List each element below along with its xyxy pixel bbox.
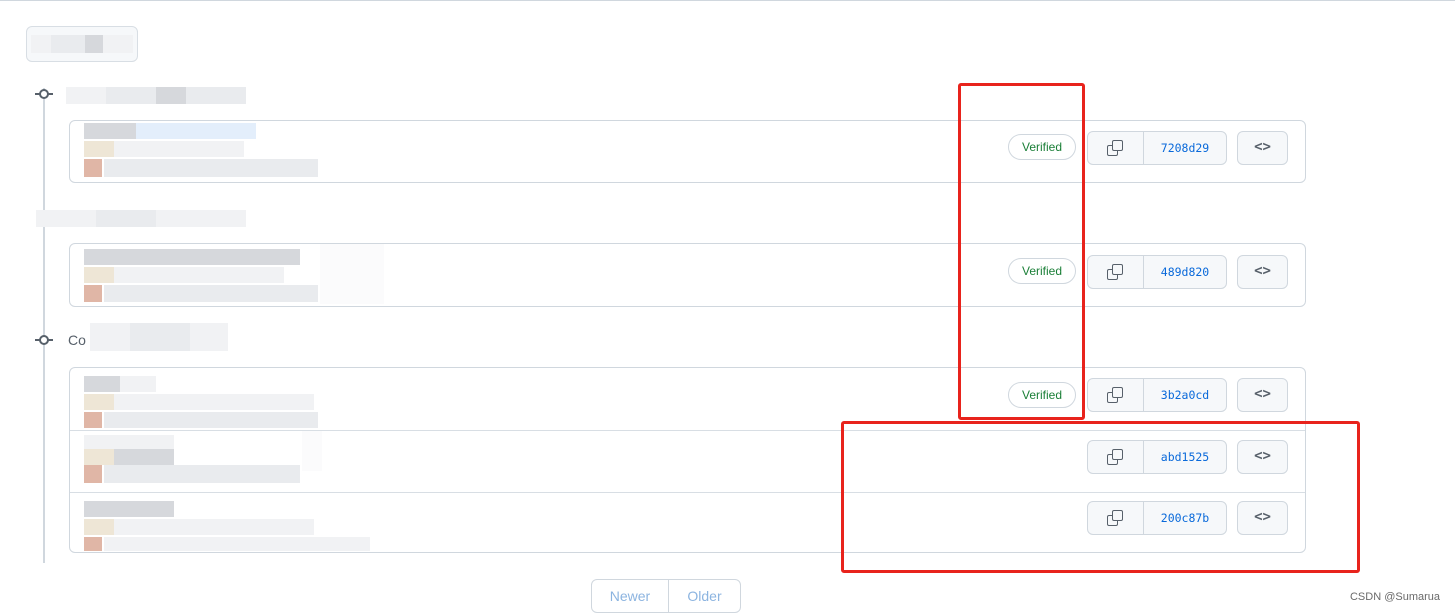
code-icon: <> [1254,386,1271,402]
copy-sha-button[interactable] [1088,132,1144,164]
code-icon: <> [1254,139,1271,155]
copy-icon [1107,264,1125,281]
watermark: CSDN @Sumarua [1349,591,1440,603]
commit-group: Verified 7208d29 <> [69,120,1306,183]
older-button[interactable]: Older [669,580,740,612]
group-heading-text: Co [68,332,86,348]
top-divider [0,0,1455,1]
copy-sha-button[interactable] [1088,379,1144,411]
newer-button[interactable]: Newer [592,580,669,612]
copy-sha-button[interactable] [1088,502,1144,534]
timeline-line [43,88,45,563]
commit-node-icon [35,88,53,100]
commit-sha-link[interactable]: 200c87b [1144,502,1226,534]
commit-group-heading [60,84,250,106]
browse-repo-at-commit-button[interactable]: <> [1237,501,1288,535]
commit-sha-link[interactable]: abd1525 [1144,441,1226,473]
pagination: Newer Older [591,579,741,613]
code-icon: <> [1254,509,1271,525]
browse-repo-at-commit-button[interactable]: <> [1237,378,1288,412]
copy-icon [1107,449,1125,466]
commit-sha-link[interactable]: 3b2a0cd [1144,379,1226,411]
code-icon: <> [1254,448,1271,464]
sha-button-group: 200c87b [1087,501,1227,535]
commit-row: Verified 489d820 <> [70,244,1305,306]
commit-group: Verified 3b2a0cd <> abd1525 <> 200c87b <… [69,367,1306,553]
commit-row: abd1525 <> [70,430,1305,492]
code-icon: <> [1254,263,1271,279]
sha-button-group: 489d820 [1087,255,1227,289]
commit-group: Verified 489d820 <> [69,243,1306,307]
copy-sha-button[interactable] [1088,256,1144,288]
verified-badge[interactable]: Verified [1008,258,1076,284]
commit-group-heading [36,207,250,229]
copy-sha-button[interactable] [1088,441,1144,473]
verified-badge[interactable]: Verified [1008,382,1076,408]
browse-repo-at-commit-button[interactable]: <> [1237,440,1288,474]
browse-repo-at-commit-button[interactable]: <> [1237,255,1288,289]
copy-icon [1107,140,1125,157]
commit-sha-link[interactable]: 7208d29 [1144,132,1226,164]
commit-group-heading: Co [60,323,230,351]
commit-row: Verified 3b2a0cd <> [70,368,1305,430]
browse-repo-at-commit-button[interactable]: <> [1237,131,1288,165]
branch-selector-button[interactable] [26,26,138,62]
verified-badge[interactable]: Verified [1008,134,1076,160]
commit-sha-link[interactable]: 489d820 [1144,256,1226,288]
commit-row: 200c87b <> [70,492,1305,552]
commit-node-icon [35,334,53,346]
sha-button-group: 7208d29 [1087,131,1227,165]
sha-button-group: 3b2a0cd [1087,378,1227,412]
copy-icon [1107,510,1125,527]
sha-button-group: abd1525 [1087,440,1227,474]
commit-row: Verified 7208d29 <> [70,121,1305,182]
copy-icon [1107,387,1125,404]
